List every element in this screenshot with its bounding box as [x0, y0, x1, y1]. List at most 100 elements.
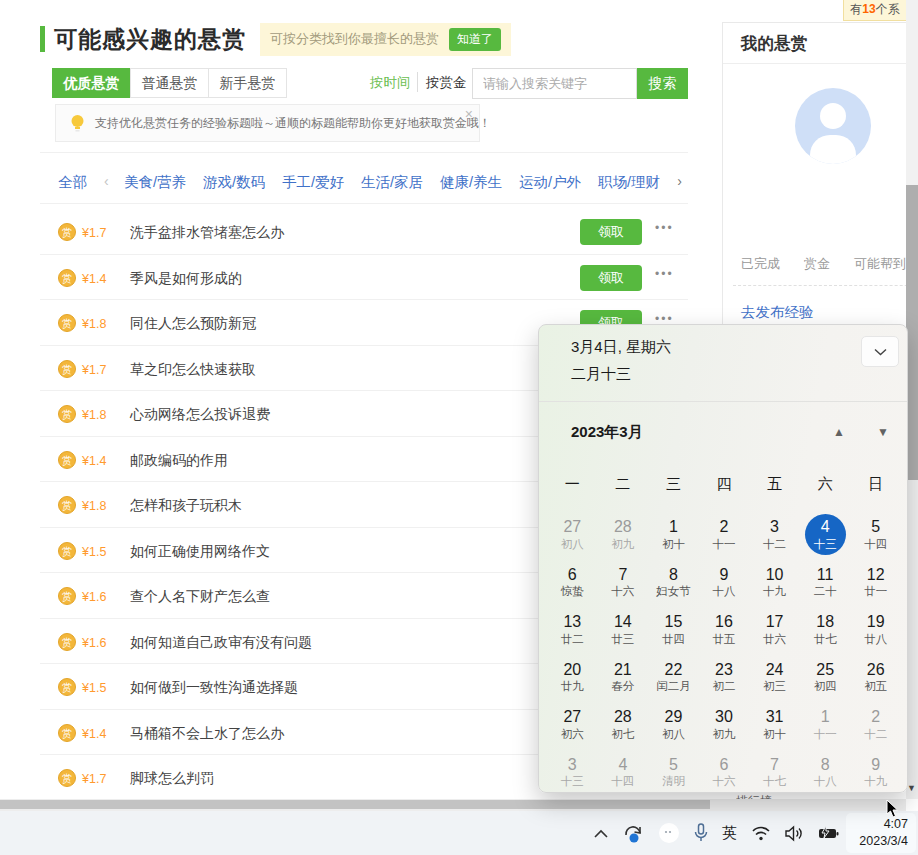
calendar-next-month-icon[interactable]: ▼ — [877, 425, 889, 439]
microphone-icon[interactable] — [694, 823, 708, 843]
calendar-day[interactable]: 10十九 — [749, 559, 800, 607]
speaker-icon[interactable] — [785, 825, 804, 842]
calendar-day[interactable]: 18廿七 — [800, 606, 851, 654]
calendar-day[interactable]: 3十二 — [749, 511, 800, 559]
calendar-day[interactable]: 2十一 — [699, 511, 750, 559]
calendar-day[interactable]: 9十八 — [699, 559, 750, 607]
calendar-day[interactable]: 6十六 — [699, 749, 750, 797]
bounty-title[interactable]: 如何做到一致性沟通选择题 — [130, 679, 298, 697]
category-item-1[interactable]: 游戏/数码 — [203, 173, 265, 192]
calendar-day[interactable]: 7十七 — [749, 749, 800, 797]
calendar-day[interactable]: 22闰二月 — [648, 654, 699, 702]
calendar-day[interactable]: 7十六 — [598, 559, 649, 607]
calendar-day[interactable]: 1十一 — [800, 701, 851, 749]
tab-normal-bounty[interactable]: 普通悬赏 — [130, 68, 209, 98]
calendar-day[interactable]: 4十四 — [598, 749, 649, 797]
calendar-day[interactable]: 8十八 — [800, 749, 851, 797]
wifi-icon[interactable] — [751, 825, 771, 841]
calendar-day[interactable]: 23初二 — [699, 654, 750, 702]
bounty-title[interactable]: 同住人怎么预防新冠 — [130, 315, 256, 333]
calendar-day[interactable]: 5清明 — [648, 749, 699, 797]
bounty-title[interactable]: 脚球怎么判罚 — [130, 770, 214, 788]
tip-confirm-button[interactable]: 知道了 — [449, 28, 501, 51]
bounty-title[interactable]: 邮政编码的作用 — [130, 452, 228, 470]
tab-quality-bounty[interactable]: 优质悬赏 — [52, 68, 131, 98]
category-item-2[interactable]: 手工/爱好 — [282, 173, 344, 192]
claim-button[interactable]: 领取 — [580, 265, 642, 291]
calendar-day[interactable]: 9十九 — [850, 749, 901, 797]
calendar-day[interactable]: 16廿五 — [699, 606, 750, 654]
sidebar-tab-0[interactable]: 已完成 — [741, 255, 780, 273]
calendar-day[interactable]: 21春分 — [598, 654, 649, 702]
sidebar-tab-1[interactable]: 赏金 — [804, 255, 830, 273]
bounty-title[interactable]: 心动网络怎么投诉退费 — [130, 406, 270, 424]
calendar-day[interactable]: 27初六 — [547, 701, 598, 749]
assistant-icon[interactable] — [658, 822, 680, 844]
calendar-day[interactable]: 6惊蛰 — [547, 559, 598, 607]
calendar-day[interactable]: 30初九 — [699, 701, 750, 749]
bounty-title[interactable]: 查个人名下财产怎么查 — [130, 588, 270, 606]
calendar-prev-month-icon[interactable]: ▲ — [833, 425, 845, 439]
tab-newbie-bounty[interactable]: 新手悬赏 — [208, 68, 287, 98]
close-icon[interactable]: × — [465, 106, 473, 122]
more-options-icon[interactable]: ••• — [655, 267, 674, 281]
ime-indicator[interactable]: 英 — [722, 824, 737, 843]
category-item-3[interactable]: 生活/家居 — [361, 173, 423, 192]
clock[interactable]: 4:07 2023/3/4 — [846, 813, 916, 853]
calendar-day[interactable]: 26初五 — [850, 654, 901, 702]
calendar-day[interactable]: 13廿二 — [547, 606, 598, 654]
calendar-day[interactable]: 3十三 — [547, 749, 598, 797]
chevron-right-icon[interactable]: › — [677, 173, 682, 189]
weekday-label: 日 — [850, 475, 901, 494]
bounty-title[interactable]: 如何正确使用网络作文 — [130, 543, 270, 561]
bounty-title[interactable]: 如何知道自己政审有没有问题 — [130, 634, 312, 652]
search-input[interactable] — [472, 68, 637, 99]
bounty-title[interactable]: 季风是如何形成的 — [130, 270, 242, 288]
battery-icon[interactable] — [818, 825, 840, 841]
calendar-day[interactable]: 2十二 — [850, 701, 901, 749]
more-options-icon[interactable]: ••• — [655, 221, 674, 235]
category-item-5[interactable]: 运动/户外 — [519, 173, 581, 192]
chevron-left-icon[interactable]: ‹ — [104, 173, 109, 189]
publish-experience-link[interactable]: 去发布经验 — [741, 303, 814, 322]
sort-by-time[interactable]: 按时间 — [370, 74, 411, 92]
calendar-day[interactable]: 20廿九 — [547, 654, 598, 702]
horizontal-scrollbar-thumb[interactable] — [0, 800, 710, 809]
sort-by-money[interactable]: 按赏金 — [426, 74, 467, 92]
calendar-day[interactable]: 29初八 — [648, 701, 699, 749]
calendar-day[interactable]: 4十三 — [800, 511, 851, 559]
bounty-title[interactable]: 马桶箱不会上水了怎么办 — [130, 725, 284, 743]
calendar-day[interactable]: 19廿八 — [850, 606, 901, 654]
category-all[interactable]: 全部 — [58, 173, 87, 192]
scrollbar-down-arrow[interactable]: ▼ — [907, 783, 917, 793]
calendar-day[interactable]: 12廿一 — [850, 559, 901, 607]
show-hidden-icons-icon[interactable] — [594, 829, 608, 838]
calendar-day[interactable]: 8妇女节 — [648, 559, 699, 607]
calendar-day[interactable]: 31初十 — [749, 701, 800, 749]
search-button[interactable]: 搜索 — [637, 68, 688, 99]
category-item-6[interactable]: 职场/理财 — [598, 173, 660, 192]
calendar-day[interactable]: 5十四 — [850, 511, 901, 559]
bounty-coin-icon: 赏 — [58, 405, 76, 423]
sync-icon[interactable] — [622, 823, 644, 843]
claim-button[interactable]: 领取 — [580, 219, 642, 245]
bounty-title[interactable]: 怎样和孩子玩积木 — [130, 497, 242, 515]
notification-badge[interactable]: 有13个系 — [843, 0, 907, 21]
bounty-title[interactable]: 草之印怎么快速获取 — [130, 361, 256, 379]
calendar-day[interactable]: 25初四 — [800, 654, 851, 702]
calendar-day[interactable]: 14廿三 — [598, 606, 649, 654]
horizontal-scrollbar[interactable] — [0, 799, 906, 811]
calendar-collapse-button[interactable] — [861, 336, 899, 367]
calendar-day[interactable]: 15廿四 — [648, 606, 699, 654]
calendar-day[interactable]: 24初三 — [749, 654, 800, 702]
calendar-day[interactable]: 27初八 — [547, 511, 598, 559]
calendar-day[interactable]: 17廿六 — [749, 606, 800, 654]
category-item-4[interactable]: 健康/养生 — [440, 173, 502, 192]
calendar-day[interactable]: 11二十 — [800, 559, 851, 607]
calendar-day[interactable]: 1初十 — [648, 511, 699, 559]
avatar[interactable] — [795, 88, 871, 164]
calendar-day[interactable]: 28初七 — [598, 701, 649, 749]
calendar-day[interactable]: 28初九 — [598, 511, 649, 559]
category-item-0[interactable]: 美食/营养 — [124, 173, 186, 192]
bounty-title[interactable]: 洗手盆排水管堵塞怎么办 — [130, 224, 284, 242]
